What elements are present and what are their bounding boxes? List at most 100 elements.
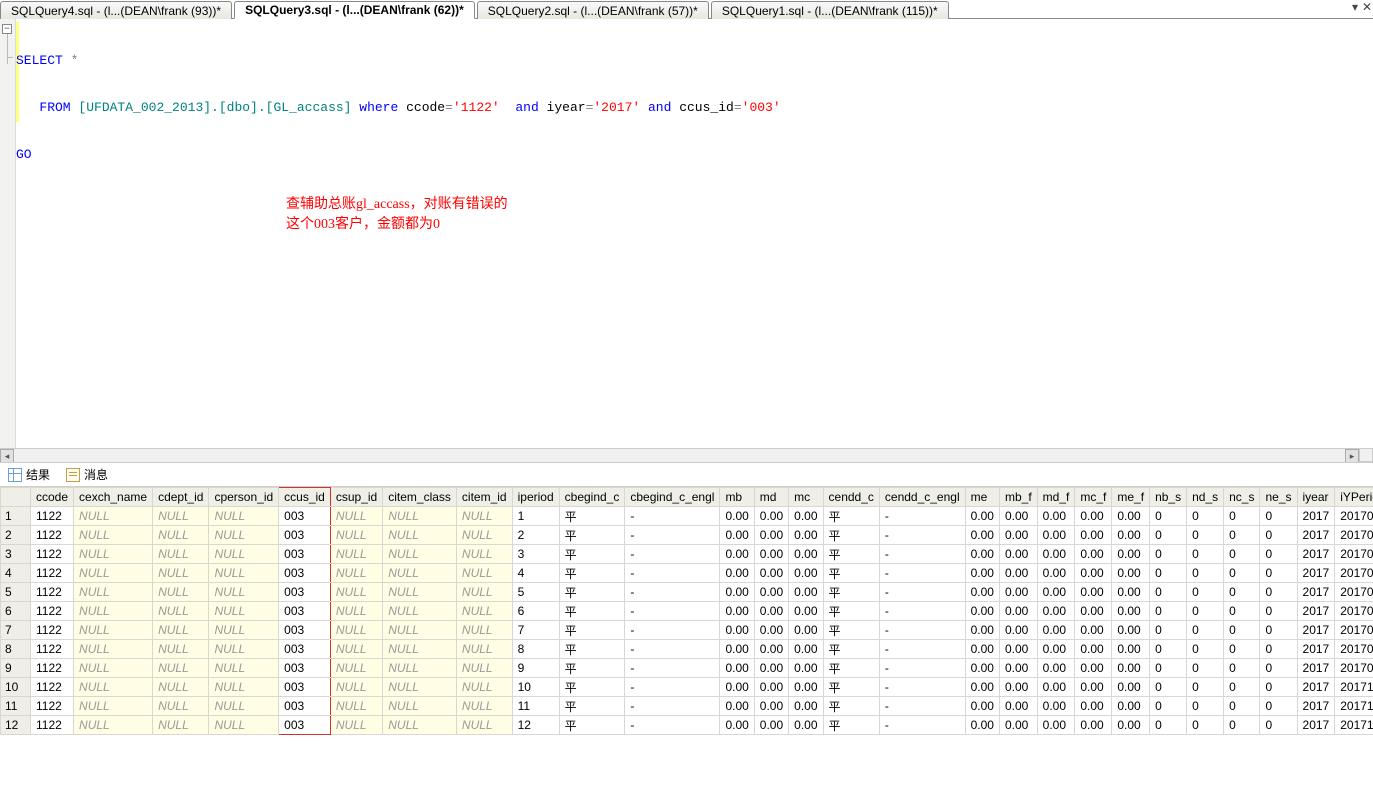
cell-ne_s[interactable]: 0	[1260, 678, 1297, 697]
cell-iperiod[interactable]: 11	[512, 697, 559, 716]
cell-mc[interactable]: 0.00	[789, 621, 823, 640]
cell-ccus_id[interactable]: 003	[279, 697, 331, 716]
cell-cendd_c[interactable]: 平	[823, 564, 879, 583]
cell-cendd_c_engl[interactable]: -	[879, 640, 965, 659]
cell-ccus_id[interactable]: 003	[279, 716, 331, 735]
cell-ccus_id[interactable]: 003	[279, 526, 331, 545]
cell-mc_f[interactable]: 0.00	[1075, 583, 1112, 602]
cell-ne_s[interactable]: 0	[1260, 602, 1297, 621]
cell-nb_s[interactable]: 0	[1150, 545, 1187, 564]
cell-mb[interactable]: 0.00	[720, 602, 754, 621]
row-number[interactable]: 8	[1, 640, 31, 659]
table-row[interactable]: 21122NULLNULLNULL003NULLNULLNULL2平-0.000…	[1, 526, 1373, 545]
column-header-ccode[interactable]: ccode	[31, 488, 74, 507]
cell-cdept_id[interactable]: NULL	[153, 678, 209, 697]
cell-ccode[interactable]: 1122	[31, 716, 74, 735]
cell-mb_f[interactable]: 0.00	[999, 621, 1037, 640]
cell-csup_id[interactable]: NULL	[330, 507, 382, 526]
column-header-cperson_id[interactable]: cperson_id	[209, 488, 279, 507]
cell-cperson_id[interactable]: NULL	[209, 602, 279, 621]
cell-md_f[interactable]: 0.00	[1037, 697, 1075, 716]
cell-mc[interactable]: 0.00	[789, 602, 823, 621]
cell-cdept_id[interactable]: NULL	[153, 507, 209, 526]
cell-ccode[interactable]: 1122	[31, 507, 74, 526]
cell-ne_s[interactable]: 0	[1260, 640, 1297, 659]
cell-nd_s[interactable]: 0	[1187, 678, 1224, 697]
row-number[interactable]: 6	[1, 602, 31, 621]
cell-ccus_id[interactable]: 003	[279, 545, 331, 564]
cell-cexch_name[interactable]: NULL	[74, 526, 153, 545]
column-header-cendd_c[interactable]: cendd_c	[823, 488, 879, 507]
cell-iperiod[interactable]: 8	[512, 640, 559, 659]
cell-citem_class[interactable]: NULL	[383, 697, 457, 716]
cell-mb[interactable]: 0.00	[720, 678, 754, 697]
cell-nc_s[interactable]: 0	[1224, 640, 1260, 659]
cell-mc_f[interactable]: 0.00	[1075, 507, 1112, 526]
cell-mc[interactable]: 0.00	[789, 583, 823, 602]
cell-me[interactable]: 0.00	[965, 659, 999, 678]
editor-horizontal-scrollbar[interactable]: ◂ ▸	[0, 448, 1359, 462]
cell-cbegind_c_engl[interactable]: -	[625, 564, 720, 583]
cell-iyear[interactable]: 2017	[1297, 602, 1335, 621]
cell-nc_s[interactable]: 0	[1224, 602, 1260, 621]
cell-mb_f[interactable]: 0.00	[999, 583, 1037, 602]
column-header-md_f[interactable]: md_f	[1037, 488, 1075, 507]
column-header-csup_id[interactable]: csup_id	[330, 488, 382, 507]
table-row[interactable]: 51122NULLNULLNULL003NULLNULLNULL5平-0.000…	[1, 583, 1373, 602]
cell-citem_class[interactable]: NULL	[383, 640, 457, 659]
row-header-corner[interactable]	[1, 488, 31, 507]
table-row[interactable]: 101122NULLNULLNULL003NULLNULLNULL10平-0.0…	[1, 678, 1373, 697]
cell-cexch_name[interactable]: NULL	[74, 564, 153, 583]
column-header-ne_s[interactable]: ne_s	[1260, 488, 1297, 507]
scroll-right-icon[interactable]: ▸	[1345, 449, 1359, 463]
cell-iyear[interactable]: 2017	[1297, 678, 1335, 697]
cell-mc[interactable]: 0.00	[789, 507, 823, 526]
cell-csup_id[interactable]: NULL	[330, 545, 382, 564]
column-header-mc_f[interactable]: mc_f	[1075, 488, 1112, 507]
cell-iperiod[interactable]: 3	[512, 545, 559, 564]
cell-md_f[interactable]: 0.00	[1037, 526, 1075, 545]
column-header-md[interactable]: md	[754, 488, 788, 507]
cell-nc_s[interactable]: 0	[1224, 621, 1260, 640]
cell-mc_f[interactable]: 0.00	[1075, 564, 1112, 583]
cell-mb_f[interactable]: 0.00	[999, 640, 1037, 659]
cell-cendd_c[interactable]: 平	[823, 583, 879, 602]
cell-nb_s[interactable]: 0	[1150, 716, 1187, 735]
cell-me[interactable]: 0.00	[965, 678, 999, 697]
column-header-iYPeriod[interactable]: iYPeriod	[1335, 488, 1373, 507]
cell-mb_f[interactable]: 0.00	[999, 659, 1037, 678]
column-header-citem_id[interactable]: citem_id	[456, 488, 512, 507]
row-number[interactable]: 5	[1, 583, 31, 602]
cell-cperson_id[interactable]: NULL	[209, 716, 279, 735]
cell-ne_s[interactable]: 0	[1260, 507, 1297, 526]
cell-citem_id[interactable]: NULL	[456, 678, 512, 697]
cell-cendd_c[interactable]: 平	[823, 716, 879, 735]
cell-citem_class[interactable]: NULL	[383, 602, 457, 621]
cell-nd_s[interactable]: 0	[1187, 602, 1224, 621]
cell-ne_s[interactable]: 0	[1260, 564, 1297, 583]
cell-iyear[interactable]: 2017	[1297, 659, 1335, 678]
cell-md_f[interactable]: 0.00	[1037, 640, 1075, 659]
cell-md[interactable]: 0.00	[754, 640, 788, 659]
cell-cbegind_c[interactable]: 平	[559, 678, 625, 697]
column-header-mb_f[interactable]: mb_f	[999, 488, 1037, 507]
cell-ccus_id[interactable]: 003	[279, 621, 331, 640]
cell-md[interactable]: 0.00	[754, 507, 788, 526]
cell-citem_class[interactable]: NULL	[383, 507, 457, 526]
cell-ccus_id[interactable]: 003	[279, 678, 331, 697]
column-header-me_f[interactable]: me_f	[1112, 488, 1150, 507]
cell-mb_f[interactable]: 0.00	[999, 678, 1037, 697]
cell-iYPeriod[interactable]: 201712	[1335, 716, 1373, 735]
cell-ne_s[interactable]: 0	[1260, 697, 1297, 716]
cell-cdept_id[interactable]: NULL	[153, 640, 209, 659]
cell-iyear[interactable]: 2017	[1297, 564, 1335, 583]
cell-cexch_name[interactable]: NULL	[74, 640, 153, 659]
cell-citem_class[interactable]: NULL	[383, 583, 457, 602]
cell-iYPeriod[interactable]: 201708	[1335, 640, 1373, 659]
column-header-cexch_name[interactable]: cexch_name	[74, 488, 153, 507]
cell-cendd_c[interactable]: 平	[823, 659, 879, 678]
cell-cendd_c[interactable]: 平	[823, 640, 879, 659]
cell-cperson_id[interactable]: NULL	[209, 564, 279, 583]
cell-cendd_c[interactable]: 平	[823, 545, 879, 564]
row-number[interactable]: 3	[1, 545, 31, 564]
